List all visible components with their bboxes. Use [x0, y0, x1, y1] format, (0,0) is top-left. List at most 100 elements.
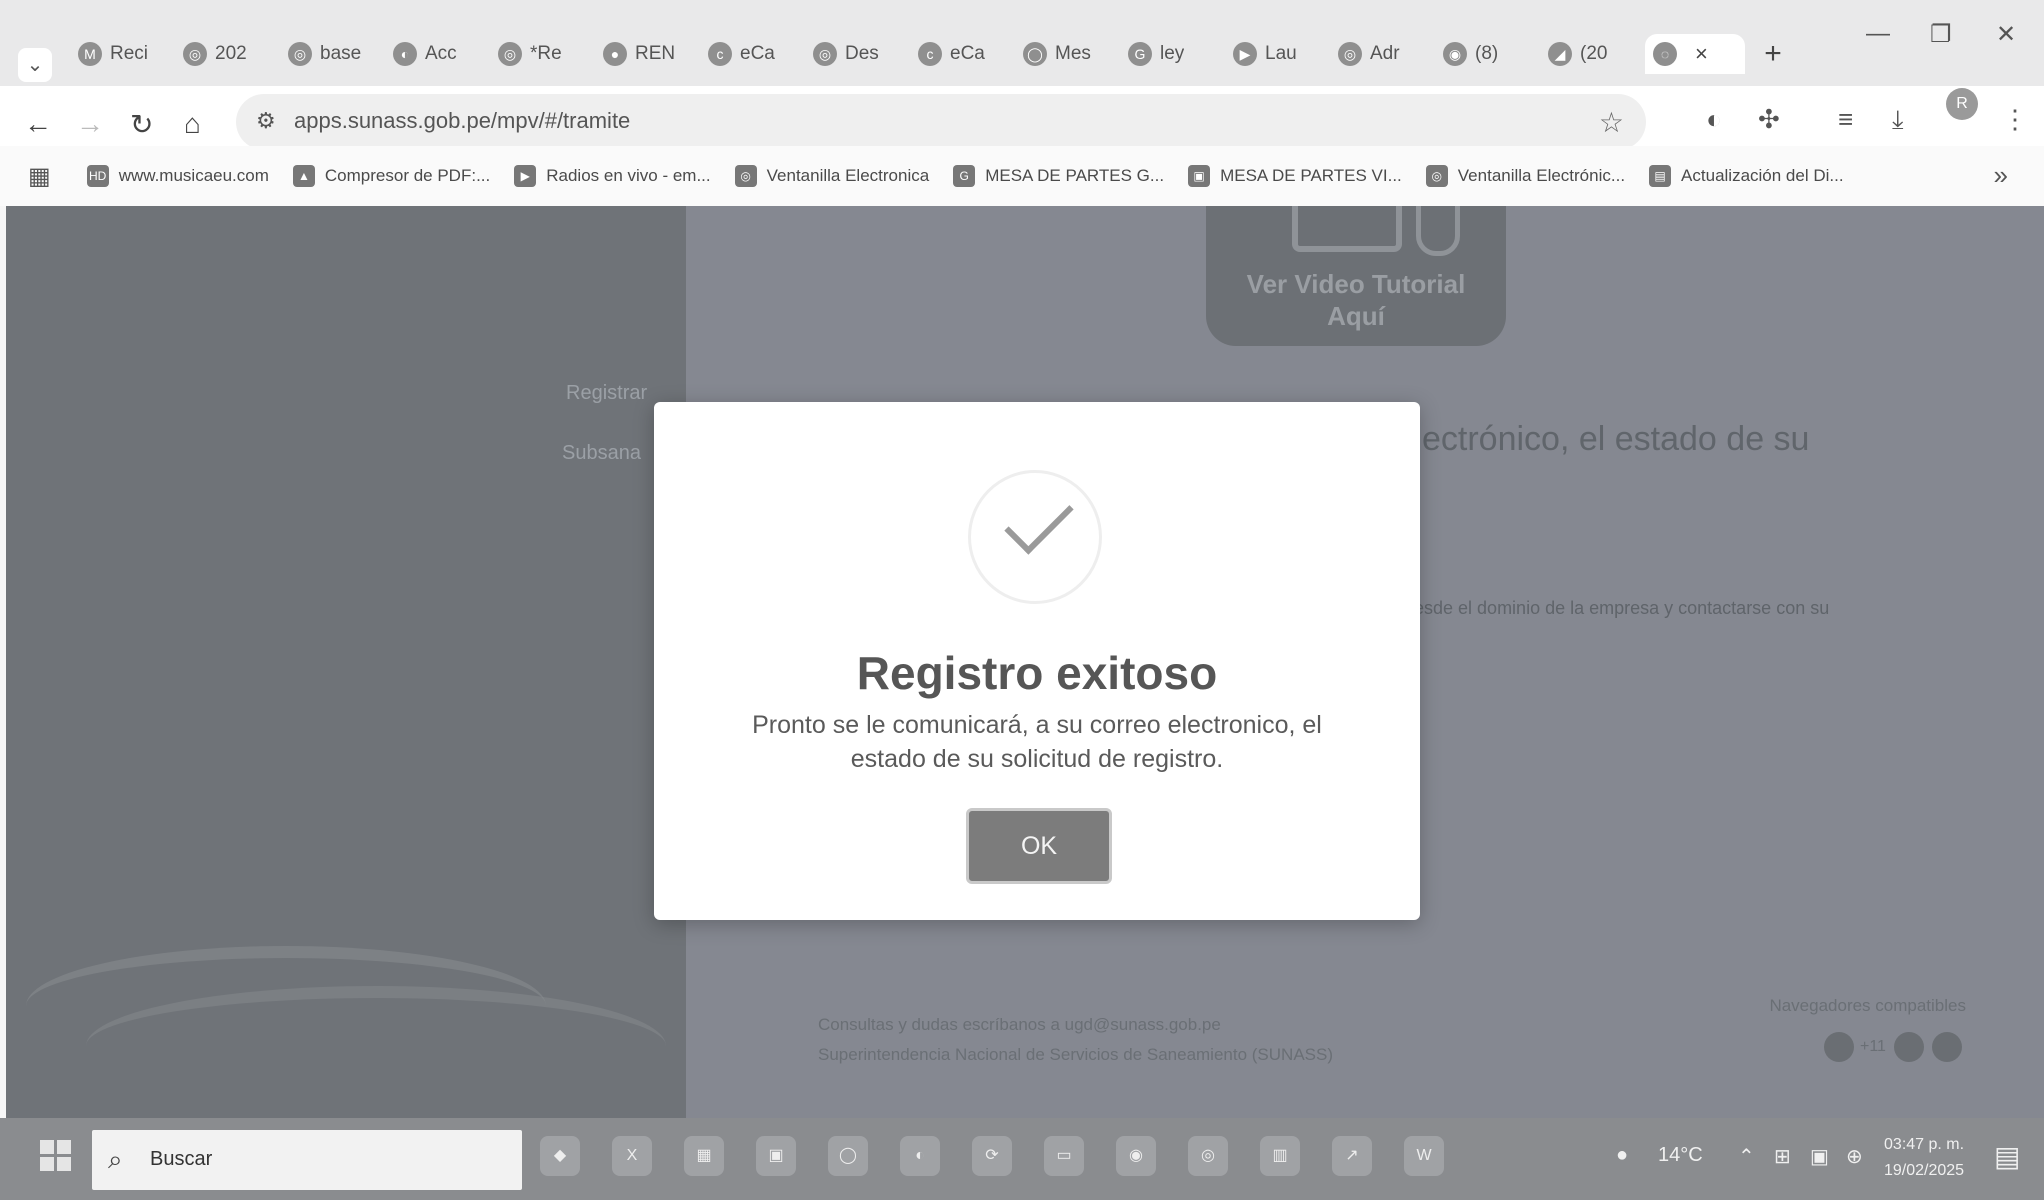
chevron-up-icon[interactable]: ⌃ — [1738, 1144, 1755, 1169]
bookmark-4[interactable]: G MESA DE PARTES G... — [953, 165, 1164, 187]
bookmark-5[interactable]: ▣ MESA DE PARTES VI... — [1188, 165, 1402, 187]
back-icon[interactable]: ← — [24, 108, 52, 140]
tab-2[interactable]: ◎ base — [280, 34, 385, 74]
tab-label: Des — [845, 43, 879, 64]
taskbar-search[interactable]: ⌕ Buscar — [92, 1130, 522, 1190]
windows-taskbar: ⌕ Buscar ◆ X ▦ ▣ ◯ ◐ ⟳ ▭ ◉ ◎ ▥ ↗ W ● 14°… — [0, 1118, 2044, 1200]
tab-label: base — [320, 43, 362, 64]
bookmark-star-icon[interactable]: ☆ — [1599, 106, 1624, 139]
tab-label: (8) — [1475, 43, 1499, 64]
tab-6[interactable]: c eCa — [700, 34, 805, 74]
pdf-icon: ▲ — [292, 165, 315, 187]
store-icon[interactable]: ▦ — [684, 1136, 724, 1176]
firefox-icon[interactable]: ◉ — [1116, 1136, 1156, 1176]
hd-icon: HD — [86, 165, 109, 187]
subsanar-link[interactable]: Subsana — [562, 442, 641, 465]
file-explorer-icon[interactable]: ▭ — [1044, 1136, 1084, 1176]
app-icon[interactable]: ▣ — [756, 1136, 796, 1176]
success-dialog: Registro exitoso Pronto se le comunicará… — [654, 402, 1420, 920]
gmail-icon: M — [78, 42, 102, 66]
tab-active[interactable]: ◌ × — [1645, 34, 1745, 74]
bookmark-label: Radios en vivo - em... — [546, 166, 711, 185]
tab-label: Reci — [110, 43, 149, 64]
app-icon[interactable]: ◯ — [828, 1136, 868, 1176]
tab-label: *Re — [530, 43, 562, 64]
volume-icon[interactable]: ▣ — [1810, 1144, 1829, 1169]
address-bar[interactable]: ⚙ apps.sunass.gob.pe/mpv/#/tramite ☆ — [236, 94, 1646, 150]
tab-8[interactable]: c eCa — [910, 34, 1015, 74]
word-icon[interactable]: W — [1404, 1136, 1444, 1176]
app-icon[interactable]: ⟳ — [972, 1136, 1012, 1176]
home-icon[interactable]: ⌂ — [184, 108, 201, 140]
time: 03:47 p. m. — [1884, 1136, 1965, 1153]
new-tab-button[interactable]: + — [1753, 34, 1793, 74]
notifications-icon[interactable]: ▤ — [1994, 1140, 2020, 1173]
dialog-title: Registro exitoso — [856, 647, 1218, 699]
site-icon: ◎ — [1338, 42, 1362, 66]
video-tutorial-card[interactable]: Ver Video Tutorial Aquí — [1206, 206, 1506, 346]
profile-avatar[interactable]: R — [1946, 88, 1978, 120]
tab-4[interactable]: ◎ *Re — [490, 34, 595, 74]
network-icon[interactable]: ⊞ — [1774, 1144, 1791, 1169]
language-icon[interactable]: ⊕ — [1846, 1144, 1863, 1169]
tab-0[interactable]: M Reci — [70, 34, 175, 74]
windows-start-icon[interactable] — [40, 1140, 72, 1172]
bookmark-6[interactable]: ◎ Ventanilla Electrónic... — [1425, 165, 1625, 187]
url-text[interactable]: apps.sunass.gob.pe/mpv/#/tramite — [294, 108, 630, 134]
minimize-icon[interactable]: — — [1866, 20, 1890, 48]
tab-5[interactable]: ● REN — [595, 34, 700, 74]
registrar-link[interactable]: Registrar — [566, 382, 647, 405]
extension-icon[interactable]: ◐ — [1706, 104, 1722, 135]
bookmark-3[interactable]: ◎ Ventanilla Electronica — [734, 165, 930, 187]
tab-label: ley — [1160, 43, 1185, 64]
tab-3[interactable]: ◐ Acc — [385, 34, 490, 74]
extensions-puzzle-icon[interactable]: ✣ — [1758, 104, 1780, 135]
tab-search-chevron-icon[interactable]: ⌄ — [18, 48, 52, 82]
menu-icon[interactable]: ⋮ — [2002, 104, 2028, 135]
tab-14[interactable]: ◢ (20 — [1540, 34, 1645, 74]
site-icon: c — [918, 42, 942, 66]
bookmark-1[interactable]: ▲ Compresor de PDF:... — [292, 165, 491, 187]
background-heading: ectrónico, el estado de su — [1422, 420, 1810, 458]
tab-label: (20 — [1580, 43, 1608, 64]
tab-10[interactable]: Gley — [1120, 34, 1225, 74]
site-info-icon[interactable]: ⚙ — [256, 108, 276, 134]
tab-1[interactable]: ◎ 202 — [175, 34, 280, 74]
app-icon[interactable]: ◆ — [540, 1136, 580, 1176]
bookmarks-bar: ▦ HD www.musicaeu.com ▲ Compresor de PDF:.… — [0, 146, 2044, 206]
site-icon: ◐ — [393, 42, 417, 66]
tab-11[interactable]: ▶ Lau — [1225, 34, 1330, 74]
bookmark-2[interactable]: ▶ Radios en vivo - em... — [514, 165, 711, 187]
bookmark-0[interactable]: HD www.musicaeu.com — [86, 165, 269, 187]
date: 19/02/2025 — [1884, 1162, 1965, 1179]
screen: ⌄ M Reci ◎ 202 ◎ base ◐ Acc ◎ *Re ● REN c eCa ◎… — [0, 0, 2044, 1200]
close-tab-icon[interactable]: × — [1695, 41, 1708, 67]
tab-7[interactable]: ◎ Des — [805, 34, 910, 74]
chrome-icon[interactable]: ◎ — [1188, 1136, 1228, 1176]
app-icon[interactable]: ↗ — [1332, 1136, 1372, 1176]
tab-13[interactable]: ◉ (8) — [1435, 34, 1540, 74]
background-note: esde el dominio de la empresa y contacta… — [1414, 598, 1830, 618]
reload-icon[interactable]: ↻ — [130, 108, 153, 141]
apps-grid-icon[interactable]: ▦ — [28, 162, 51, 191]
weather-temperature[interactable]: 14°C — [1658, 1144, 1703, 1167]
ok-button[interactable]: OK — [966, 808, 1112, 884]
reading-list-icon[interactable]: ≡ — [1838, 104, 1853, 135]
restore-icon[interactable]: ❐ — [1930, 20, 1952, 49]
app-icon[interactable]: ▥ — [1260, 1136, 1300, 1176]
weather-icon[interactable]: ● — [1616, 1144, 1628, 1167]
browser-icon — [1931, 1032, 1962, 1062]
taskbar-clock[interactable]: 03:47 p. m. 19/02/2025 — [1884, 1132, 1964, 1184]
more-bookmarks-icon[interactable]: » — [1994, 160, 2008, 191]
edge-icon[interactable]: ◐ — [900, 1136, 940, 1176]
tab-9[interactable]: ◯ Mes — [1015, 34, 1120, 74]
close-window-icon[interactable]: ✕ — [1996, 20, 2016, 49]
forward-icon[interactable]: → — [76, 108, 104, 140]
bookmark-label: Ventanilla Electronica — [766, 166, 930, 185]
bookmark-label: Compresor de PDF:... — [324, 166, 491, 185]
bookmark-7[interactable]: ▤ Actualización del Di... — [1649, 165, 1844, 187]
tab-12[interactable]: ◎ Adr — [1330, 34, 1435, 74]
excel-icon[interactable]: X — [612, 1136, 652, 1176]
bookmark-label: Actualización del Di... — [1681, 166, 1844, 185]
download-icon[interactable]: ⤓ — [1892, 104, 1904, 136]
